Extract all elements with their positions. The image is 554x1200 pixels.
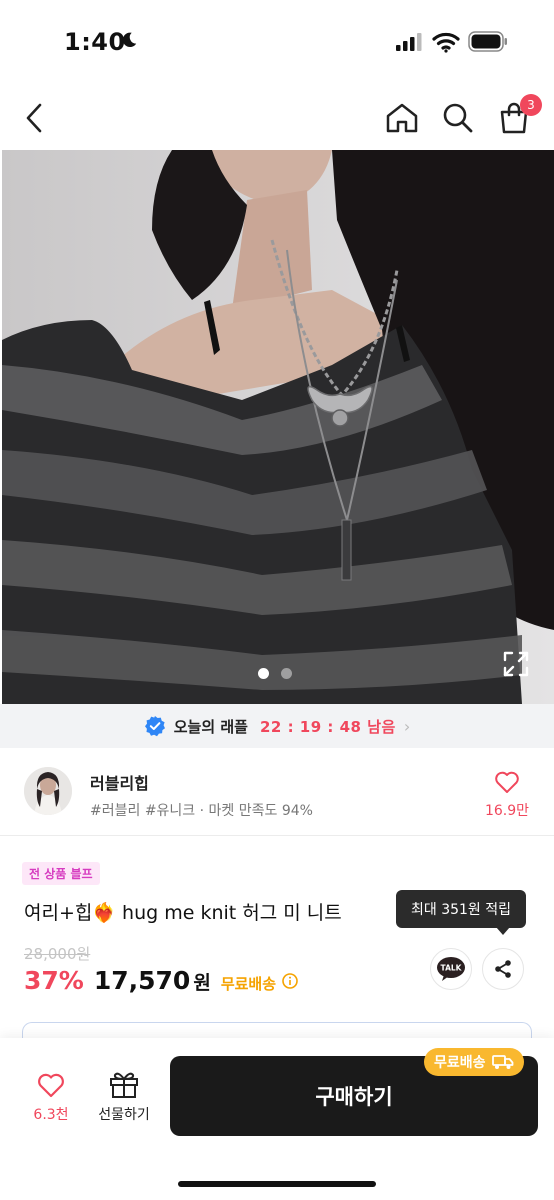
top-nav-bar: 3 bbox=[0, 88, 554, 148]
back-button[interactable] bbox=[12, 96, 56, 140]
discount-rate: 37% bbox=[24, 966, 84, 995]
free-shipping-badge-label: 무료배송 bbox=[434, 1055, 486, 1071]
truck-icon bbox=[491, 1055, 513, 1069]
talk-label: TALK bbox=[441, 964, 463, 973]
shop-like-button[interactable]: 16.9만 bbox=[482, 770, 532, 820]
status-time: 1:40 bbox=[64, 28, 126, 56]
search-button[interactable] bbox=[436, 96, 480, 140]
search-icon bbox=[443, 103, 473, 133]
shop-name[interactable]: 러블리힙 bbox=[90, 770, 149, 794]
verified-badge-icon bbox=[144, 716, 165, 737]
status-bar: 1:40 bbox=[0, 0, 554, 80]
product-like-count: 6.3천 bbox=[33, 1107, 69, 1123]
free-shipping-label: 무료배송 bbox=[220, 975, 277, 993]
raffle-label: 오늘의 래플 bbox=[173, 717, 248, 736]
currency-unit: 원 bbox=[193, 972, 211, 994]
kakao-talk-button[interactable]: TALK bbox=[430, 948, 472, 990]
shop-avatar[interactable] bbox=[24, 767, 72, 815]
kakao-talk-icon: TALK bbox=[437, 957, 465, 981]
price-row: 37% 17,570 원 무료배송 bbox=[24, 966, 298, 995]
points-tooltip: 최대 351원 적립 bbox=[396, 890, 526, 928]
gift-button[interactable]: 선물하기 bbox=[90, 1070, 158, 1124]
moon-icon bbox=[122, 32, 137, 48]
free-shipping-badge: 무료배송 bbox=[424, 1048, 524, 1076]
home-button[interactable] bbox=[380, 96, 424, 140]
product-like-button[interactable]: 6.3천 bbox=[20, 1072, 82, 1124]
gift-icon bbox=[110, 1072, 138, 1098]
share-icon bbox=[495, 960, 511, 978]
carousel-pagination bbox=[258, 668, 292, 679]
heart-outline-icon bbox=[495, 771, 519, 793]
wifi-icon bbox=[432, 32, 460, 53]
product-title: 여리+힙❤️‍🔥 hug me knit 허그 미 니트 bbox=[24, 902, 342, 924]
info-icon[interactable] bbox=[282, 973, 298, 989]
product-photo bbox=[2, 150, 554, 704]
product-image-carousel[interactable] bbox=[2, 150, 554, 704]
expand-icon[interactable] bbox=[502, 650, 530, 678]
original-price: 28,000원 bbox=[24, 945, 91, 963]
cart-count-badge: 3 bbox=[520, 94, 542, 116]
cellular-signal-icon bbox=[396, 33, 422, 51]
chevron-right-icon: › bbox=[403, 716, 411, 736]
chevron-left-icon bbox=[26, 103, 42, 133]
raffle-banner[interactable]: 오늘의 래플 22 : 19 : 48 남음 › bbox=[0, 704, 554, 748]
carousel-dot[interactable] bbox=[281, 668, 292, 679]
promo-tag: 전 상품 블프 bbox=[22, 862, 100, 885]
home-icon bbox=[386, 103, 418, 133]
tooltip-arrow bbox=[496, 927, 510, 935]
heart-outline-icon bbox=[38, 1073, 64, 1098]
share-button[interactable] bbox=[482, 948, 524, 990]
shop-like-count: 16.9만 bbox=[484, 803, 530, 819]
shop-info-row[interactable]: 러블리힙 #러블리 #유니크 · 마켓 만족도 94% 16.9만 bbox=[0, 750, 554, 836]
raffle-timer: 22 : 19 : 48 남음 bbox=[259, 717, 396, 736]
shop-avatar-image bbox=[24, 767, 72, 815]
sale-price: 17,570 bbox=[93, 966, 191, 995]
gift-label: 선물하기 bbox=[98, 1107, 150, 1123]
home-indicator bbox=[178, 1181, 376, 1187]
cart-button[interactable]: 3 bbox=[492, 94, 542, 140]
battery-icon bbox=[468, 31, 507, 52]
shop-meta: #러블리 #유니크 · 마켓 만족도 94% bbox=[90, 803, 313, 819]
carousel-dot-active[interactable] bbox=[258, 668, 269, 679]
